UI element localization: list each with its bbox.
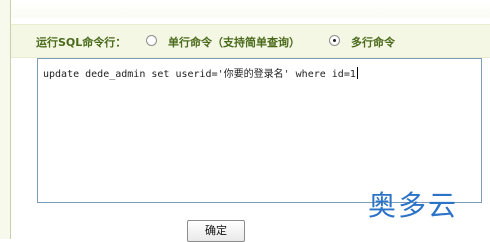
top-spacer <box>11 0 490 18</box>
multi-line-label[interactable]: 多行命令 <box>351 34 395 50</box>
text-caret <box>356 67 358 79</box>
left-panel-border <box>0 0 11 239</box>
multi-line-radio[interactable] <box>329 35 340 46</box>
submit-button[interactable]: 确定 <box>187 220 245 242</box>
single-line-label[interactable]: 单行命令（支持简单查询） <box>168 34 300 50</box>
single-line-radio[interactable] <box>146 35 157 46</box>
sql-command-row: 运行SQL命令行： 单行命令（支持简单查询） 多行命令 <box>11 24 490 58</box>
sql-command-label: 运行SQL命令行： <box>36 36 127 49</box>
sql-textarea[interactable]: update dede_admin set userid='你要的登录名' wh… <box>37 58 482 203</box>
watermark-logo: 奥多云 <box>368 189 459 222</box>
sql-text: update dede_admin set userid='你要的登录名' wh… <box>43 69 356 80</box>
